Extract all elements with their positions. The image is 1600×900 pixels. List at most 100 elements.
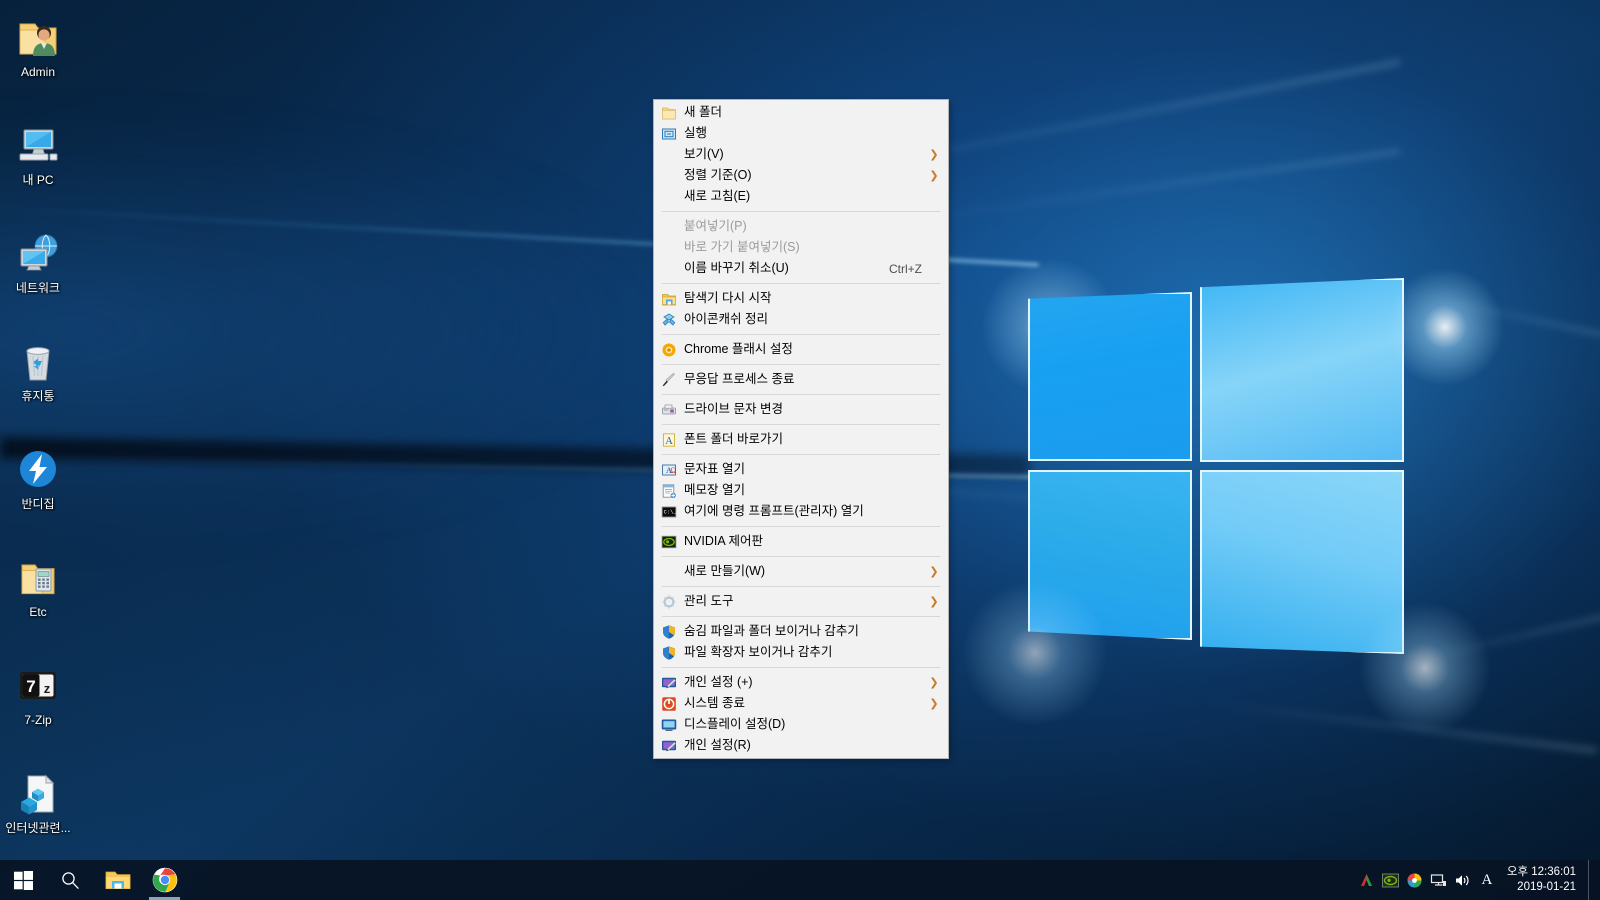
menu-item[interactable]: 개인 설정 (+) ❯ [654,672,948,693]
desktop-icon-5[interactable]: 반디집 [0,440,76,540]
menu-item[interactable]: 시스템 종료 ❯ [654,693,948,714]
show-desktop-button[interactable] [1588,860,1596,900]
windows-logo-icon [14,870,33,890]
iconcache-icon [654,309,684,330]
svg-text:7: 7 [26,677,35,696]
shield-icon [654,642,684,663]
menu-item[interactable]: 실행 [654,123,948,144]
chevron-right-icon: ❯ [929,566,939,578]
menu-item[interactable]: 새 폴더 [654,102,948,123]
system-tray[interactable]: A 오후 12:36:01 2019-01-21 [1355,860,1600,900]
menu-item[interactable]: 개인 설정(R) [654,735,948,756]
desktop-context-menu[interactable]: 새 폴더 실행 보기(V) ❯ 정렬 기준(O) ❯ 새로 고침(E) 붙여넣기(P) 바로 가… [653,99,949,759]
menu-item[interactable]: 관리 도구 ❯ [654,591,948,612]
admin-tools-icon [662,594,676,609]
menu-item[interactable]: 보기(V) ❯ [654,144,948,165]
menu-item-icon-slot [654,144,684,165]
menu-item[interactable]: 무응답 프로세스 종료 [654,369,948,390]
menu-item-label: 보기(V) [684,147,724,161]
menu-item-label: 디스플레이 설정(D) [684,717,786,731]
menu-item-label: 탐색기 다시 시작 [684,291,772,305]
menu-item-label: 아이콘캐쉬 정리 [684,312,768,326]
menu-item[interactable]: 새로 고침(E) [654,186,948,207]
ahnlab-icon[interactable] [1355,860,1379,900]
network-icon[interactable] [1427,860,1451,900]
font-folder-icon: A [654,429,684,450]
user-folder-icon [19,23,57,56]
menu-item-label: 드라이브 문자 변경 [684,402,783,416]
folder-icon [0,548,76,600]
menu-item-label: 바로 가기 붙여넣기(S) [684,240,800,254]
menu-item-label: 새 폴더 [684,105,722,119]
recycle-bin-icon [26,347,50,381]
realtek-audio-icon[interactable] [1403,860,1427,900]
svg-text:A: A [665,436,673,447]
menu-item[interactable]: NVIDIA 제어판 [654,531,948,552]
desktop-icon-4[interactable]: 휴지통 [0,332,76,432]
chrome-icon [152,867,177,893]
taskbar-clock[interactable]: 오후 12:36:01 2019-01-21 [1499,860,1588,900]
menu-item[interactable]: 드라이브 문자 변경 [654,399,948,420]
menu-separator [662,424,940,425]
desktop[interactable]: Admin 내 PC 네트워크휴지통반디집 Etc 7 z 7-Zip 인터넷관련... 새 … [0,0,1600,900]
desktop-icon-7[interactable]: 7 z 7-Zip [0,656,76,756]
menu-item-label: 붙여넣기(P) [684,219,747,233]
menu-item[interactable]: Chrome 플래시 설정 [654,339,948,360]
desktop-icon-6[interactable]: Etc [0,548,76,648]
personalize-icon [661,677,677,688]
menu-separator [662,586,940,587]
menu-item[interactable]: A 폰트 폴더 바로가기 [654,429,948,450]
nvidia-icon [654,531,684,552]
nvidia-icon[interactable] [1379,860,1403,900]
sevenzip-icon: 7z [0,656,76,708]
desktop-icon-8[interactable]: 인터넷관련... [0,764,76,864]
bandizip-icon [0,440,76,492]
ime-indicator[interactable]: A [1475,860,1499,900]
menu-item[interactable]: 숨김 파일과 폴더 보이거나 감추기 [654,621,948,642]
drive-letter-icon [654,399,684,420]
desktop-icon-label: 휴지통 [21,389,55,403]
chevron-right-icon: ❯ [929,677,939,689]
menu-item-label: 이름 바꾸기 취소(U) [684,261,789,275]
shield-icon [663,624,675,639]
menu-item-label: 무응답 프로세스 종료 [684,372,795,386]
menu-item[interactable]: 메모장 열기 [654,480,948,501]
menu-item-label: 정렬 기준(O) [684,168,752,182]
desktop-icon-3[interactable]: 네트워크 [0,224,76,324]
menu-item[interactable]: 새로 만들기(W) ❯ [654,561,948,582]
taskbar[interactable]: A 오후 12:36:01 2019-01-21 [0,860,1600,900]
cmd-icon: C:\_ [661,506,677,517]
recycle-bin-icon [0,332,76,384]
menu-item-label: NVIDIA 제어판 [684,534,763,548]
taskbar-app-file-explorer[interactable] [94,860,141,900]
explorer-icon [662,293,676,305]
ime-language-char: A [1481,871,1493,888]
personalize-icon [654,735,684,756]
menu-item[interactable]: C:\_ 여기에 명령 프롬프트(관리자) 열기 [654,501,948,522]
menu-item[interactable]: 정렬 기준(O) ❯ [654,165,948,186]
desktop-icon-1[interactable]: Admin [0,8,76,108]
start-button[interactable] [0,860,47,900]
menu-item[interactable]: 이름 바꾸기 취소(U) Ctrl+Z [654,258,948,279]
this-pc-icon [0,116,76,168]
menu-item-accelerator: Ctrl+Z [889,261,922,276]
search-button[interactable] [47,860,94,900]
run-icon [654,123,684,144]
menu-item-label: 문자표 열기 [684,462,745,476]
this-pc-icon [19,129,58,161]
menu-item[interactable]: A Ω 문자표 열기 [654,459,948,480]
volume-icon[interactable] [1451,860,1475,900]
menu-item[interactable]: 파일 확장자 보이거나 감추기 [654,642,948,663]
user-folder-icon [0,8,76,60]
knife-icon [654,369,684,390]
desktop-icon-label: 7-Zip [24,713,52,727]
display-icon [654,714,684,735]
menu-item[interactable]: 탐색기 다시 시작 [654,288,948,309]
taskbar-app-google-chrome[interactable] [141,860,188,900]
menu-item[interactable]: 아이콘캐쉬 정리 [654,309,948,330]
svg-text:Ω: Ω [670,466,676,475]
bandizip-icon [20,451,56,487]
desktop-icon-2[interactable]: 내 PC [0,116,76,216]
menu-separator [662,667,940,668]
menu-item[interactable]: 디스플레이 설정(D) [654,714,948,735]
